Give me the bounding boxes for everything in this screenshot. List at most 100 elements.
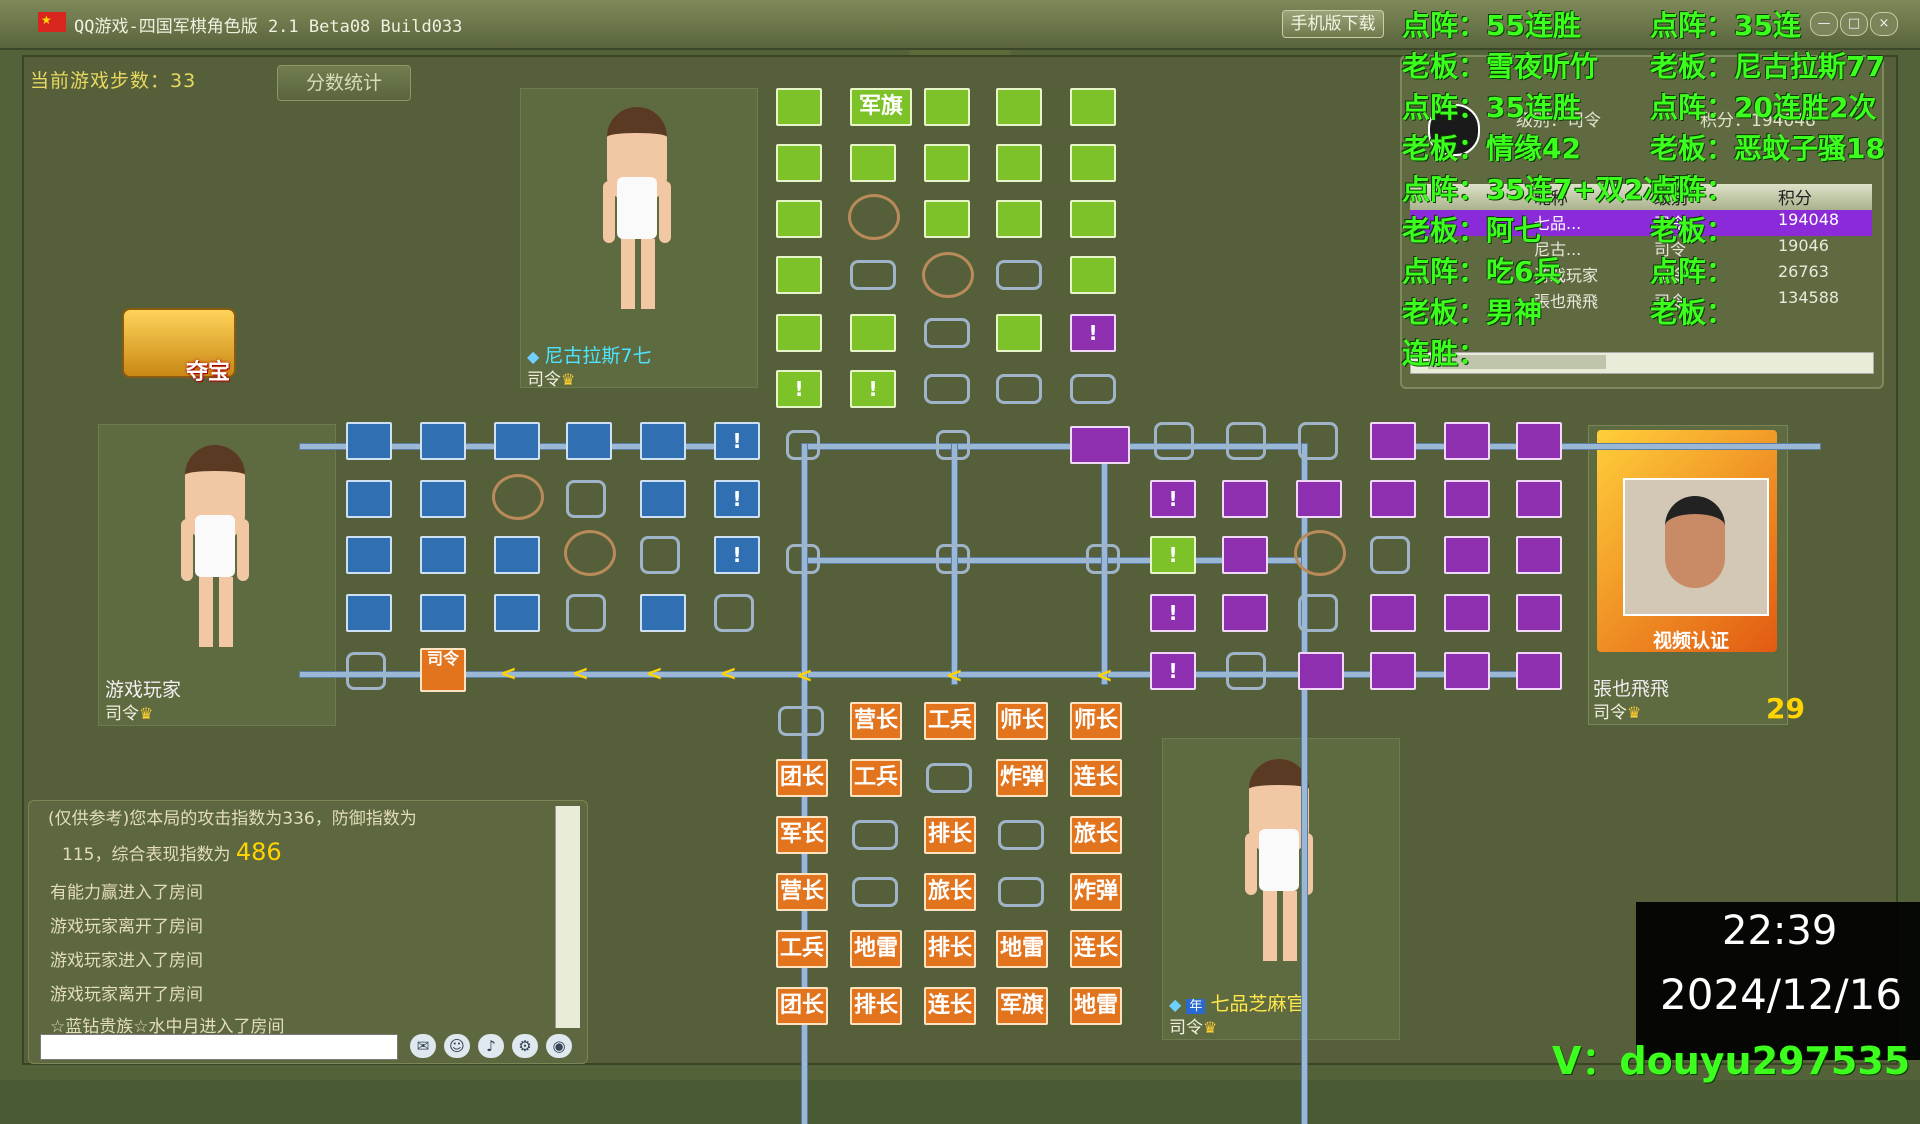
- purple-piece[interactable]: [1370, 652, 1416, 690]
- orange-piece[interactable]: 营长: [776, 873, 828, 911]
- green-marked-piece[interactable]: !: [776, 370, 822, 408]
- empty-slot[interactable]: [1226, 652, 1266, 690]
- blue-piece[interactable]: [346, 422, 392, 460]
- column-header[interactable]: 积分: [1778, 184, 1812, 209]
- orange-piece[interactable]: 营长: [850, 702, 902, 740]
- green-piece[interactable]: [924, 88, 970, 126]
- globe-icon[interactable]: ◉: [546, 1034, 572, 1058]
- blue-piece[interactable]: [346, 536, 392, 574]
- purple-piece[interactable]: [1370, 422, 1416, 460]
- green-piece[interactable]: [776, 144, 822, 182]
- purple-piece[interactable]: [1298, 652, 1344, 690]
- empty-slot[interactable]: [1298, 422, 1338, 460]
- chat-scrollbar[interactable]: [555, 806, 580, 1028]
- speaker-icon[interactable]: ♪: [478, 1034, 504, 1058]
- purple-piece[interactable]: [1070, 426, 1130, 464]
- empty-slot[interactable]: [786, 544, 820, 574]
- blue-piece[interactable]: [566, 422, 612, 460]
- purple-piece[interactable]: [1516, 422, 1562, 460]
- orange-piece[interactable]: 团长: [776, 759, 828, 797]
- green-piece[interactable]: [996, 200, 1042, 238]
- settings-icon[interactable]: ⚙: [512, 1034, 538, 1058]
- empty-slot[interactable]: [852, 820, 898, 850]
- purple-marked-piece[interactable]: !: [1150, 594, 1196, 632]
- orange-piece[interactable]: 旅长: [924, 873, 976, 911]
- blue-marked-piece[interactable]: !: [714, 480, 760, 518]
- orange-piece[interactable]: 连长: [924, 987, 976, 1025]
- speech-bubble-icon[interactable]: ✉: [410, 1034, 436, 1058]
- green-piece[interactable]: [924, 144, 970, 182]
- empty-slot[interactable]: [996, 260, 1042, 290]
- orange-piece[interactable]: 工兵: [776, 930, 828, 968]
- empty-slot[interactable]: [346, 652, 386, 690]
- close-button[interactable]: ×: [1870, 12, 1898, 36]
- camp-slot[interactable]: [564, 530, 616, 576]
- empty-slot[interactable]: [778, 706, 824, 736]
- green-piece[interactable]: [776, 200, 822, 238]
- orange-piece[interactable]: 连长: [1070, 759, 1122, 797]
- empty-slot[interactable]: [786, 430, 820, 460]
- blue-piece[interactable]: [346, 594, 392, 632]
- empty-slot[interactable]: [1086, 544, 1120, 574]
- green-piece[interactable]: [850, 314, 896, 352]
- green-piece[interactable]: [776, 256, 822, 294]
- blue-piece[interactable]: [420, 594, 466, 632]
- empty-slot[interactable]: [566, 480, 606, 518]
- orange-piece[interactable]: 连长: [1070, 930, 1122, 968]
- green-marked-piece[interactable]: !: [1150, 536, 1196, 574]
- chat-input[interactable]: [40, 1034, 398, 1060]
- green-flag-piece[interactable]: 军旗: [850, 88, 912, 126]
- purple-piece[interactable]: [1516, 652, 1562, 690]
- purple-marked-piece[interactable]: !: [1150, 480, 1196, 518]
- blue-piece[interactable]: [420, 536, 466, 574]
- blue-piece[interactable]: [420, 480, 466, 518]
- commander-piece[interactable]: 司令: [420, 648, 466, 692]
- camp-slot[interactable]: [848, 194, 900, 240]
- orange-piece[interactable]: 炸弹: [1070, 873, 1122, 911]
- green-piece[interactable]: [1070, 256, 1116, 294]
- blue-piece[interactable]: [494, 422, 540, 460]
- blue-piece[interactable]: [494, 536, 540, 574]
- green-piece[interactable]: [996, 88, 1042, 126]
- purple-marked-piece[interactable]: !: [1150, 652, 1196, 690]
- mobile-download-button[interactable]: 手机版下载: [1282, 10, 1384, 38]
- purple-piece[interactable]: [1516, 480, 1562, 518]
- green-marked-piece[interactable]: !: [850, 370, 896, 408]
- purple-piece[interactable]: [1444, 480, 1490, 518]
- blue-piece[interactable]: [640, 422, 686, 460]
- orange-piece[interactable]: 团长: [776, 987, 828, 1025]
- empty-slot[interactable]: [1298, 594, 1338, 632]
- empty-slot[interactable]: [936, 430, 970, 460]
- purple-piece[interactable]: [1370, 480, 1416, 518]
- purple-piece[interactable]: [1516, 536, 1562, 574]
- orange-piece[interactable]: 地雷: [850, 930, 902, 968]
- purple-piece[interactable]: [1296, 480, 1342, 518]
- empty-slot[interactable]: [714, 594, 754, 632]
- empty-slot[interactable]: [1154, 422, 1194, 460]
- orange-piece[interactable]: 地雷: [996, 930, 1048, 968]
- purple-piece[interactable]: [1222, 480, 1268, 518]
- empty-slot[interactable]: [640, 536, 680, 574]
- maximize-button[interactable]: □: [1840, 12, 1868, 36]
- orange-piece[interactable]: 师长: [1070, 702, 1122, 740]
- blue-piece[interactable]: [640, 480, 686, 518]
- empty-slot[interactable]: [926, 763, 972, 793]
- empty-slot[interactable]: [996, 374, 1042, 404]
- green-piece[interactable]: [850, 144, 896, 182]
- orange-piece[interactable]: 军长: [776, 816, 828, 854]
- blue-piece[interactable]: [420, 422, 466, 460]
- orange-piece[interactable]: 军旗: [996, 987, 1048, 1025]
- empty-slot[interactable]: [936, 544, 970, 574]
- purple-piece[interactable]: [1222, 536, 1268, 574]
- orange-piece[interactable]: 师长: [996, 702, 1048, 740]
- purple-piece[interactable]: [1444, 422, 1490, 460]
- treasure-button[interactable]: 夺宝: [112, 294, 244, 388]
- orange-piece[interactable]: 地雷: [1070, 987, 1122, 1025]
- orange-piece[interactable]: 排长: [924, 816, 976, 854]
- orange-piece[interactable]: 炸弹: [996, 759, 1048, 797]
- empty-slot[interactable]: [1370, 536, 1410, 574]
- camp-slot[interactable]: [922, 252, 974, 298]
- blue-piece[interactable]: [640, 594, 686, 632]
- purple-piece[interactable]: [1516, 594, 1562, 632]
- green-piece[interactable]: [1070, 200, 1116, 238]
